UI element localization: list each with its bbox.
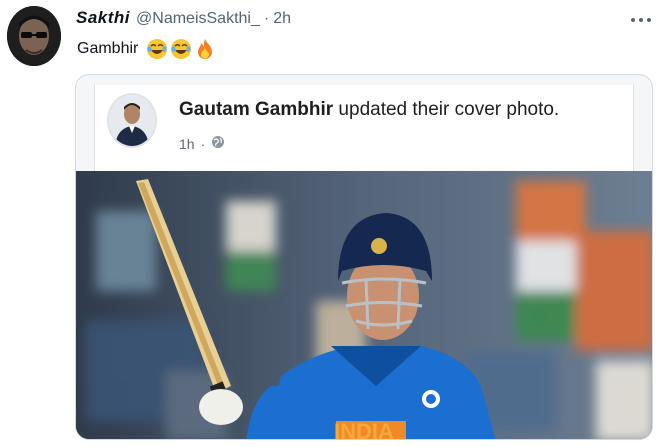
fire-emoji-icon [194,38,216,60]
quoted-media-card[interactable]: Gautam Gambhir updated their cover photo… [75,74,653,440]
fb-author-name[interactable]: Gautam Gambhir [179,99,333,120]
user-avatar[interactable] [7,6,61,66]
fb-post-title: Gautam Gambhir updated their cover photo… [179,99,559,121]
jersey-text: INDIA [334,419,394,440]
globe-icon [211,135,225,152]
display-name[interactable]: Sakthi [76,8,130,28]
cover-photo[interactable]: INDIA [76,171,652,440]
user-handle[interactable]: @NameisSakthi_ [136,10,260,28]
tweet-text-content: Gambhir [77,40,139,57]
fb-post-action: updated their cover photo. [333,99,560,120]
separator-dot: · [200,135,206,152]
separator-dot: · [263,10,270,27]
fb-post-time[interactable]: 1h [179,136,195,152]
tweet-text: Gambhir [77,38,216,60]
fb-post-meta: 1h · [179,135,225,152]
joy-emoji-icon [146,38,168,60]
more-horizontal-icon[interactable] [630,12,652,22]
facebook-post-header: Gautam Gambhir updated their cover photo… [94,85,634,171]
joy-emoji-icon [170,38,192,60]
fb-author-avatar [107,93,157,148]
tweet-timestamp[interactable]: 2h [273,10,291,28]
tweet-header: Sakthi @NameisSakthi_ · 2h [76,8,291,30]
